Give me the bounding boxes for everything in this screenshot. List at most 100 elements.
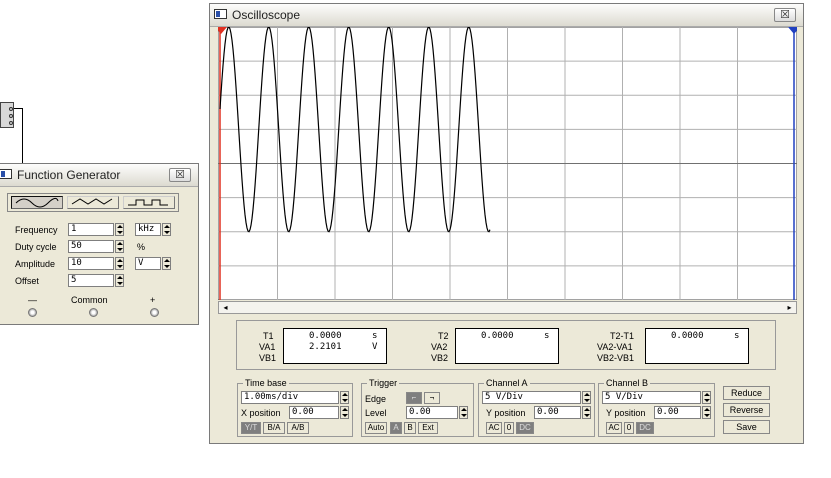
rising-edge-icon[interactable]: ⌐ — [406, 392, 422, 404]
window-icon — [0, 169, 12, 179]
amplitude-spinner[interactable] — [115, 257, 124, 270]
sine-wave-icon — [15, 197, 59, 208]
cursor-2-readout: 0.0000 s — [455, 328, 559, 364]
va1-unit: V — [372, 342, 378, 352]
oscilloscope-title: Oscilloscope — [232, 8, 301, 22]
common-terminal-label: Common — [71, 295, 108, 305]
channel-b-scale-spinner[interactable] — [702, 391, 711, 404]
frequency-label: Frequency — [15, 225, 58, 235]
schematic-component[interactable] — [0, 102, 14, 128]
waveform-selector — [7, 193, 179, 212]
x-position-spinner[interactable] — [340, 406, 349, 419]
channel-b-zero-button[interactable]: 0 — [624, 422, 634, 434]
ab-mode-button[interactable]: A/B — [287, 422, 309, 434]
sine-wave-button[interactable] — [11, 196, 63, 209]
trigger-ext-button[interactable]: Ext — [418, 422, 438, 434]
channel-b-scale-field[interactable]: 5 V/Div — [602, 391, 701, 404]
close-icon[interactable]: ☒ — [169, 168, 191, 182]
t1-unit: s — [372, 331, 378, 341]
va2-label: VA2 — [431, 342, 448, 352]
channel-a-ypos-field[interactable]: 0.00 — [534, 406, 581, 419]
trigger-title: Trigger — [367, 378, 400, 388]
x-position-field[interactable]: 0.00 — [289, 406, 339, 419]
channel-a-scale-field[interactable]: 5 V/Div — [482, 391, 581, 404]
common-terminal[interactable] — [89, 308, 98, 317]
duty-cycle-spinner[interactable] — [115, 240, 124, 253]
save-button[interactable]: Save — [723, 420, 770, 434]
falling-edge-icon[interactable]: ¬ — [424, 392, 440, 404]
channel-a-scale-spinner[interactable] — [582, 391, 591, 404]
function-generator-window[interactable]: Function Generator ☒ Frequency 1 kHz Dut… — [0, 163, 199, 325]
channel-b-ypos-spinner[interactable] — [702, 406, 711, 419]
va1-label: VA1 — [259, 342, 276, 352]
duty-cycle-label: Duty cycle — [15, 242, 57, 252]
schematic-wire — [14, 108, 23, 171]
auto-trigger-button[interactable]: Auto — [365, 422, 387, 434]
oscilloscope-titlebar[interactable]: Oscilloscope ☒ — [210, 4, 803, 27]
t2-value: 0.0000 — [481, 331, 514, 341]
reduce-button[interactable]: Reduce — [723, 386, 770, 400]
level-field[interactable]: 0.00 — [406, 406, 458, 419]
channel-a-ypos-label: Y position — [486, 408, 526, 418]
level-spinner[interactable] — [459, 406, 468, 419]
amplitude-field[interactable]: 10 — [68, 257, 114, 270]
t1-value: 0.0000 — [309, 331, 342, 341]
vb2-label: VB2 — [431, 353, 449, 363]
yt-mode-button[interactable]: Y/T — [241, 422, 261, 434]
t2-label: T2 — [438, 331, 449, 341]
edge-label: Edge — [365, 394, 387, 404]
vb2-vb1-label: VB2-VB1 — [597, 353, 635, 363]
trigger-b-button[interactable]: B — [404, 422, 416, 434]
window-icon — [214, 9, 227, 19]
trigger-a-button[interactable]: A — [390, 422, 402, 434]
cursor-1-readout: 0.0000 s 2.2101 V — [283, 328, 387, 364]
channel-a-dc-button[interactable]: DC — [516, 422, 534, 434]
t2-unit: s — [544, 331, 550, 341]
amplitude-unit-spinner[interactable] — [162, 257, 171, 270]
plus-terminal[interactable] — [150, 308, 159, 317]
time-base-spinner[interactable] — [340, 391, 349, 404]
channel-a-zero-button[interactable]: 0 — [504, 422, 514, 434]
amplitude-unit-field[interactable]: V — [135, 257, 161, 270]
channel-b-title: Channel B — [604, 378, 651, 388]
time-base-title: Time base — [243, 378, 289, 388]
channel-a-ac-button[interactable]: AC — [486, 422, 502, 434]
frequency-field[interactable]: 1 — [68, 223, 114, 236]
offset-spinner[interactable] — [115, 274, 124, 287]
oscilloscope-window[interactable]: Oscilloscope ☒ ◂ ▸ T1 VA1 VB1 0.0000 s 2… — [209, 3, 804, 444]
channel-b-ac-button[interactable]: AC — [606, 422, 622, 434]
frequency-spinner[interactable] — [115, 223, 124, 236]
time-base-field[interactable]: 1.00ms/div — [241, 391, 339, 404]
duty-cycle-field[interactable]: 50 — [68, 240, 114, 253]
channel-a-title: Channel A — [484, 378, 530, 388]
oscilloscope-screen[interactable] — [218, 27, 797, 300]
ba-mode-button[interactable]: B/A — [263, 422, 285, 434]
scroll-left-icon[interactable]: ◂ — [220, 303, 231, 312]
time-base-group: Time base 1.00ms/div X position 0.00 Y/T… — [237, 378, 353, 437]
minus-terminal[interactable] — [28, 308, 37, 317]
offset-field[interactable]: 5 — [68, 274, 114, 287]
triangle-wave-button[interactable] — [67, 196, 119, 209]
plus-terminal-label: + — [150, 295, 156, 305]
channel-a-ypos-spinner[interactable] — [582, 406, 591, 419]
duty-cycle-unit: % — [137, 242, 146, 252]
square-wave-button[interactable] — [123, 196, 175, 209]
channel-b-ypos-field[interactable]: 0.00 — [654, 406, 701, 419]
reverse-button[interactable]: Reverse — [723, 403, 770, 417]
function-generator-titlebar[interactable]: Function Generator ☒ — [0, 164, 198, 187]
trigger-group: Trigger Edge ⌐ ¬ Level 0.00 Auto A B Ext — [361, 378, 474, 437]
channel-b-group: Channel B 5 V/Div Y position 0.00 AC 0 D… — [598, 378, 715, 437]
function-generator-title: Function Generator — [17, 168, 121, 182]
close-icon[interactable]: ☒ — [774, 8, 796, 22]
va2-va1-label: VA2-VA1 — [597, 342, 633, 352]
frequency-unit-spinner[interactable] — [162, 223, 171, 236]
vb1-label: VB1 — [259, 353, 277, 363]
channel-b-ypos-label: Y position — [606, 408, 646, 418]
frequency-unit-field[interactable]: kHz — [135, 223, 161, 236]
horizontal-scrollbar[interactable]: ◂ ▸ — [218, 301, 797, 314]
channel-b-dc-button[interactable]: DC — [636, 422, 654, 434]
scroll-right-icon[interactable]: ▸ — [784, 303, 795, 312]
va1-value: 2.2101 — [309, 342, 342, 352]
t1-label: T1 — [263, 331, 274, 341]
x-position-label: X position — [241, 408, 281, 418]
